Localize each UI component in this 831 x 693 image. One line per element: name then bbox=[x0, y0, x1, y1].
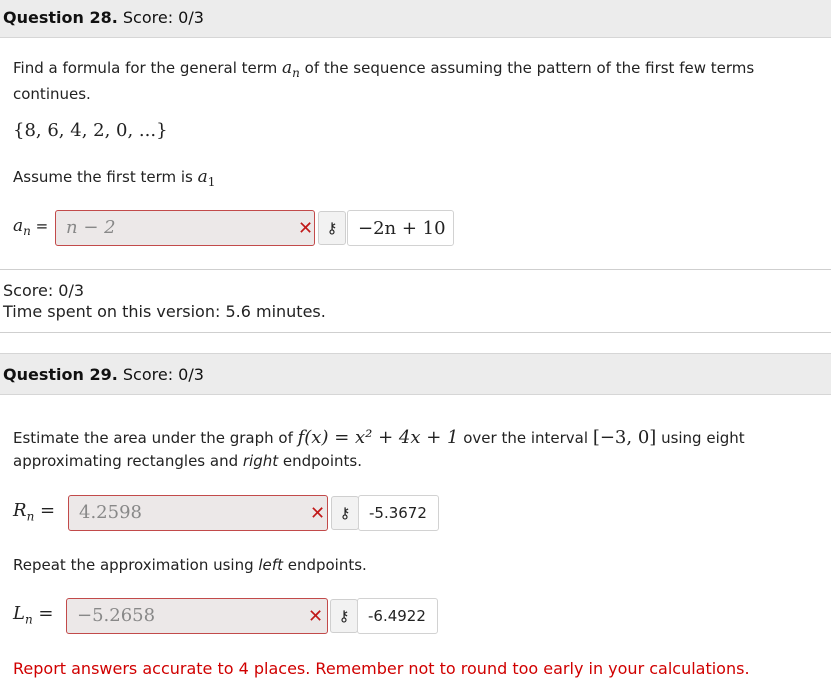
key-icon[interactable]: ⚷ bbox=[331, 496, 359, 530]
divider bbox=[0, 332, 831, 333]
key-icon[interactable]: ⚷ bbox=[318, 211, 346, 245]
accuracy-note: Report answers accurate to 4 places. Rem… bbox=[13, 659, 750, 678]
wrong-icon: ✕ bbox=[310, 503, 326, 524]
question-number: Question 29. bbox=[3, 365, 118, 384]
question-28-prompt: Find a formula for the general term an o… bbox=[13, 58, 755, 103]
answer-input-ln[interactable]: −5.2658 bbox=[66, 598, 328, 634]
assume-text: Assume the first term is a1 bbox=[13, 167, 216, 189]
answer-label-rn: Rn = bbox=[13, 500, 56, 524]
question-score: Score: 0/3 bbox=[117, 8, 204, 27]
question-28-header: Question 28. Score: 0/3 bbox=[0, 0, 831, 38]
divider bbox=[0, 269, 831, 270]
score-text: Score: 0/3 bbox=[3, 281, 85, 300]
answer-input-rn[interactable]: 4.2598 bbox=[68, 495, 328, 531]
function-expression: f(x) = x² + 4x + 1 bbox=[297, 427, 459, 448]
question-29-prompt: Estimate the area under the graph of f(x… bbox=[13, 427, 745, 470]
sequence: {8, 6, 4, 2, 0, ...} bbox=[13, 120, 168, 141]
key-icon[interactable]: ⚷ bbox=[330, 599, 358, 633]
answer-label-ln: Ln = bbox=[13, 603, 54, 627]
answer-input-an[interactable]: n − 2 bbox=[55, 210, 315, 246]
time-spent-text: Time spent on this version: 5.6 minutes. bbox=[3, 302, 326, 321]
question-29-header: Question 29. Score: 0/3 bbox=[0, 353, 831, 395]
question-number: Question 28. bbox=[3, 8, 118, 27]
correct-answer-ln: -6.4922 bbox=[357, 598, 438, 634]
correct-answer-an: −2n + 10 bbox=[347, 210, 454, 246]
correct-answer-rn: -5.3672 bbox=[358, 495, 439, 531]
math-var: a bbox=[282, 58, 293, 78]
interval: [−3, 0] bbox=[592, 427, 657, 448]
wrong-icon: ✕ bbox=[308, 606, 324, 627]
wrong-icon: ✕ bbox=[298, 218, 314, 239]
repeat-text: Repeat the approximation using left endp… bbox=[13, 556, 367, 574]
question-score: Score: 0/3 bbox=[117, 365, 204, 384]
answer-label-an: an = bbox=[13, 216, 49, 238]
